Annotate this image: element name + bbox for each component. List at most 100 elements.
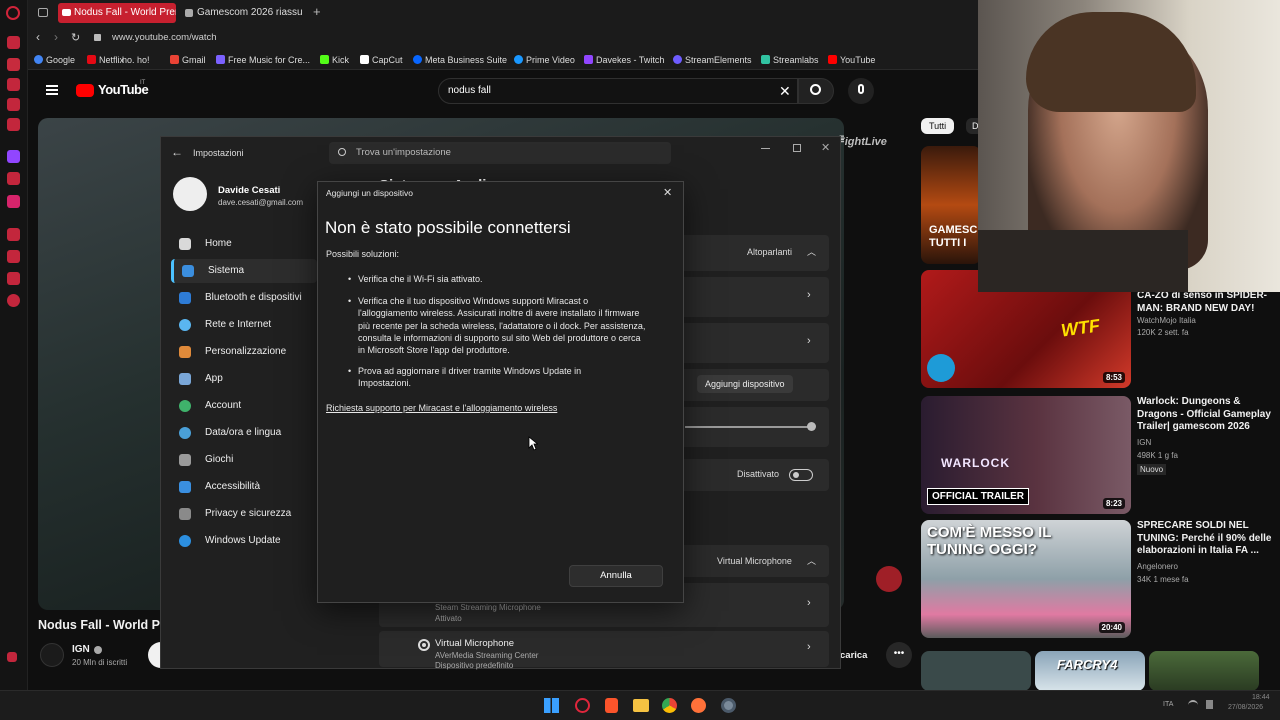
maximize-icon[interactable] bbox=[793, 144, 801, 152]
virtual-mic-row[interactable]: Virtual Microphone AVerMedia Streaming C… bbox=[379, 631, 829, 670]
chrome-taskbar-icon[interactable] bbox=[662, 698, 677, 713]
wifi-icon[interactable] bbox=[1188, 700, 1198, 708]
video-thumbnail[interactable]: COM'È MESSO IL TUNING OGGI? 20:40 bbox=[921, 520, 1131, 638]
settings-icon[interactable] bbox=[7, 294, 20, 307]
download-label[interactable]: carica bbox=[840, 650, 867, 661]
new-tab-icon[interactable]: + bbox=[313, 4, 321, 19]
search-button[interactable] bbox=[798, 78, 834, 104]
nav-windows-update[interactable]: Windows Update bbox=[171, 529, 317, 553]
volume-icon[interactable] bbox=[1206, 700, 1213, 709]
bookmark-capcut[interactable]: CapCut bbox=[360, 53, 403, 67]
sidebar-app-icon[interactable] bbox=[7, 172, 20, 185]
opera-taskbar-icon[interactable] bbox=[575, 698, 590, 713]
instagram-icon[interactable] bbox=[7, 195, 20, 208]
video-thumbnail[interactable] bbox=[921, 651, 1031, 691]
volume-slider-track[interactable] bbox=[685, 426, 813, 428]
more-actions-icon[interactable]: ••• bbox=[886, 642, 912, 668]
bookmark-youtube[interactable]: YouTube bbox=[828, 53, 875, 67]
sidebar-app-icon[interactable] bbox=[7, 228, 20, 241]
url-field[interactable]: www.youtube.com/watch bbox=[112, 32, 217, 43]
nav-accounts[interactable]: Account bbox=[171, 394, 317, 418]
sidebar-app-icon[interactable] bbox=[7, 36, 20, 49]
sidebar-app-icon[interactable] bbox=[7, 98, 20, 111]
sidebar-app-icon[interactable] bbox=[7, 118, 20, 131]
netflix-icon bbox=[87, 55, 96, 64]
channel-name[interactable]: IGN bbox=[72, 644, 90, 655]
bookmark-free-music[interactable]: Free Music for Cre... bbox=[216, 53, 310, 67]
add-device-button[interactable]: Aggiungi dispositivo bbox=[697, 375, 793, 393]
bookmark-gmail[interactable]: Gmail bbox=[170, 53, 206, 67]
search-input[interactable]: nodus fall bbox=[448, 85, 491, 96]
start-icon[interactable] bbox=[544, 698, 559, 713]
voice-search-icon[interactable] bbox=[848, 78, 874, 104]
back-icon[interactable]: ‹ bbox=[36, 30, 40, 44]
support-link[interactable]: Richiesta supporto per Miracast e l'allo… bbox=[326, 403, 557, 413]
youtube-logo-icon[interactable] bbox=[76, 84, 94, 97]
channel-name[interactable]: WatchMojo Italia bbox=[1137, 315, 1196, 326]
sidebar-app-icon[interactable] bbox=[7, 250, 20, 263]
bookmark-twitch[interactable]: Davekes - Twitch bbox=[584, 53, 664, 67]
bookmark-kick[interactable]: Kick bbox=[320, 53, 349, 67]
bookmark-hoho[interactable]: ho. ho! bbox=[122, 53, 150, 67]
forward-icon[interactable]: › bbox=[54, 30, 58, 44]
cancel-button[interactable]: Annulla bbox=[569, 565, 663, 587]
nav-system[interactable]: Sistema bbox=[171, 259, 317, 283]
nav-privacy[interactable]: Privacy e sicurezza bbox=[171, 502, 317, 526]
clear-search-icon[interactable]: ✕ bbox=[779, 83, 791, 100]
nav-bluetooth[interactable]: Bluetooth e dispositivi bbox=[171, 286, 317, 310]
clock-date[interactable]: 27/08/2026 bbox=[1228, 704, 1263, 711]
nav-network[interactable]: Rete e Internet bbox=[171, 313, 317, 337]
tab-sidebar-toggle-icon[interactable] bbox=[38, 8, 48, 17]
bookmark-meta[interactable]: Meta Business Suite bbox=[413, 53, 507, 67]
video-title[interactable]: Warlock: Dungeons & Dragons - Official G… bbox=[1137, 396, 1272, 434]
opera-logo-icon[interactable] bbox=[6, 6, 20, 20]
nav-gaming[interactable]: Giochi bbox=[171, 448, 317, 472]
tab-gamescom[interactable]: Gamescom 2026 riassunto bbox=[181, 3, 303, 23]
video-thumbnail[interactable] bbox=[1149, 651, 1259, 691]
channel-name[interactable]: IGN bbox=[1137, 437, 1151, 448]
chip-all[interactable]: Tutti bbox=[921, 118, 955, 134]
nav-personalization[interactable]: Personalizzazione bbox=[171, 340, 317, 364]
bookmark-prime[interactable]: Prime Video bbox=[514, 53, 575, 67]
sidebar-app-icon[interactable] bbox=[7, 58, 20, 71]
nav-accessibility[interactable]: Accessibilità bbox=[171, 475, 317, 499]
radio-selected-icon[interactable] bbox=[418, 639, 430, 651]
bookmark-streamelements[interactable]: StreamElements bbox=[673, 53, 752, 67]
video-thumbnail[interactable]: WARLOCK OFFICIAL TRAILER 8:23 bbox=[921, 396, 1131, 514]
close-icon[interactable]: ✕ bbox=[821, 141, 830, 154]
bookmark-netflix[interactable]: Netflix bbox=[87, 53, 124, 67]
menu-icon[interactable] bbox=[46, 85, 58, 95]
close-icon[interactable]: ✕ bbox=[663, 186, 672, 199]
volume-slider-thumb[interactable] bbox=[807, 422, 816, 431]
back-arrow-icon[interactable]: ← bbox=[171, 145, 183, 159]
reload-icon[interactable]: ↻ bbox=[71, 31, 80, 44]
clock-time[interactable]: 18:44 bbox=[1252, 694, 1270, 701]
search-icon bbox=[338, 148, 346, 156]
channel-avatar[interactable] bbox=[40, 643, 64, 667]
file-explorer-icon[interactable] bbox=[633, 699, 649, 712]
brave-taskbar-icon[interactable] bbox=[605, 698, 618, 713]
bookmark-streamlabs[interactable]: Streamlabs bbox=[761, 53, 819, 67]
video-thumbnail[interactable]: GAMESC TUTTI I bbox=[921, 146, 981, 264]
settings-taskbar-icon[interactable] bbox=[721, 698, 736, 713]
toggle-switch[interactable] bbox=[789, 469, 813, 481]
language-indicator[interactable]: ITA bbox=[1163, 701, 1173, 708]
firefox-taskbar-icon[interactable] bbox=[691, 698, 706, 713]
nav-time-language[interactable]: Data/ora e lingua bbox=[171, 421, 317, 445]
video-title[interactable]: CA-ZO di senso in SPIDER-MAN: BRAND NEW … bbox=[1137, 290, 1272, 315]
twitch-icon[interactable] bbox=[7, 150, 20, 163]
tab-youtube[interactable]: Nodus Fall - World Premier bbox=[58, 3, 176, 23]
nav-apps[interactable]: App bbox=[171, 367, 317, 391]
channel-name[interactable]: Angelonero bbox=[1137, 561, 1178, 572]
settings-search-input[interactable]: Trova un'impostazione bbox=[356, 147, 451, 158]
video-title[interactable]: SPRECARE SOLDI NEL TUNING: Perché il 90%… bbox=[1137, 520, 1272, 558]
bookmark-google[interactable]: Google bbox=[34, 53, 75, 67]
settings-search[interactable]: Trova un'impostazione bbox=[329, 142, 671, 164]
minimize-icon[interactable] bbox=[761, 148, 770, 149]
nav-home[interactable]: Home bbox=[171, 232, 317, 256]
sidebar-app-icon[interactable] bbox=[7, 78, 20, 91]
more-icon[interactable] bbox=[7, 652, 17, 662]
video-thumbnail[interactable]: FARCRY4 bbox=[1035, 651, 1145, 691]
sidebar-app-icon[interactable] bbox=[7, 272, 20, 285]
search-box[interactable]: nodus fall ✕ bbox=[438, 78, 798, 104]
